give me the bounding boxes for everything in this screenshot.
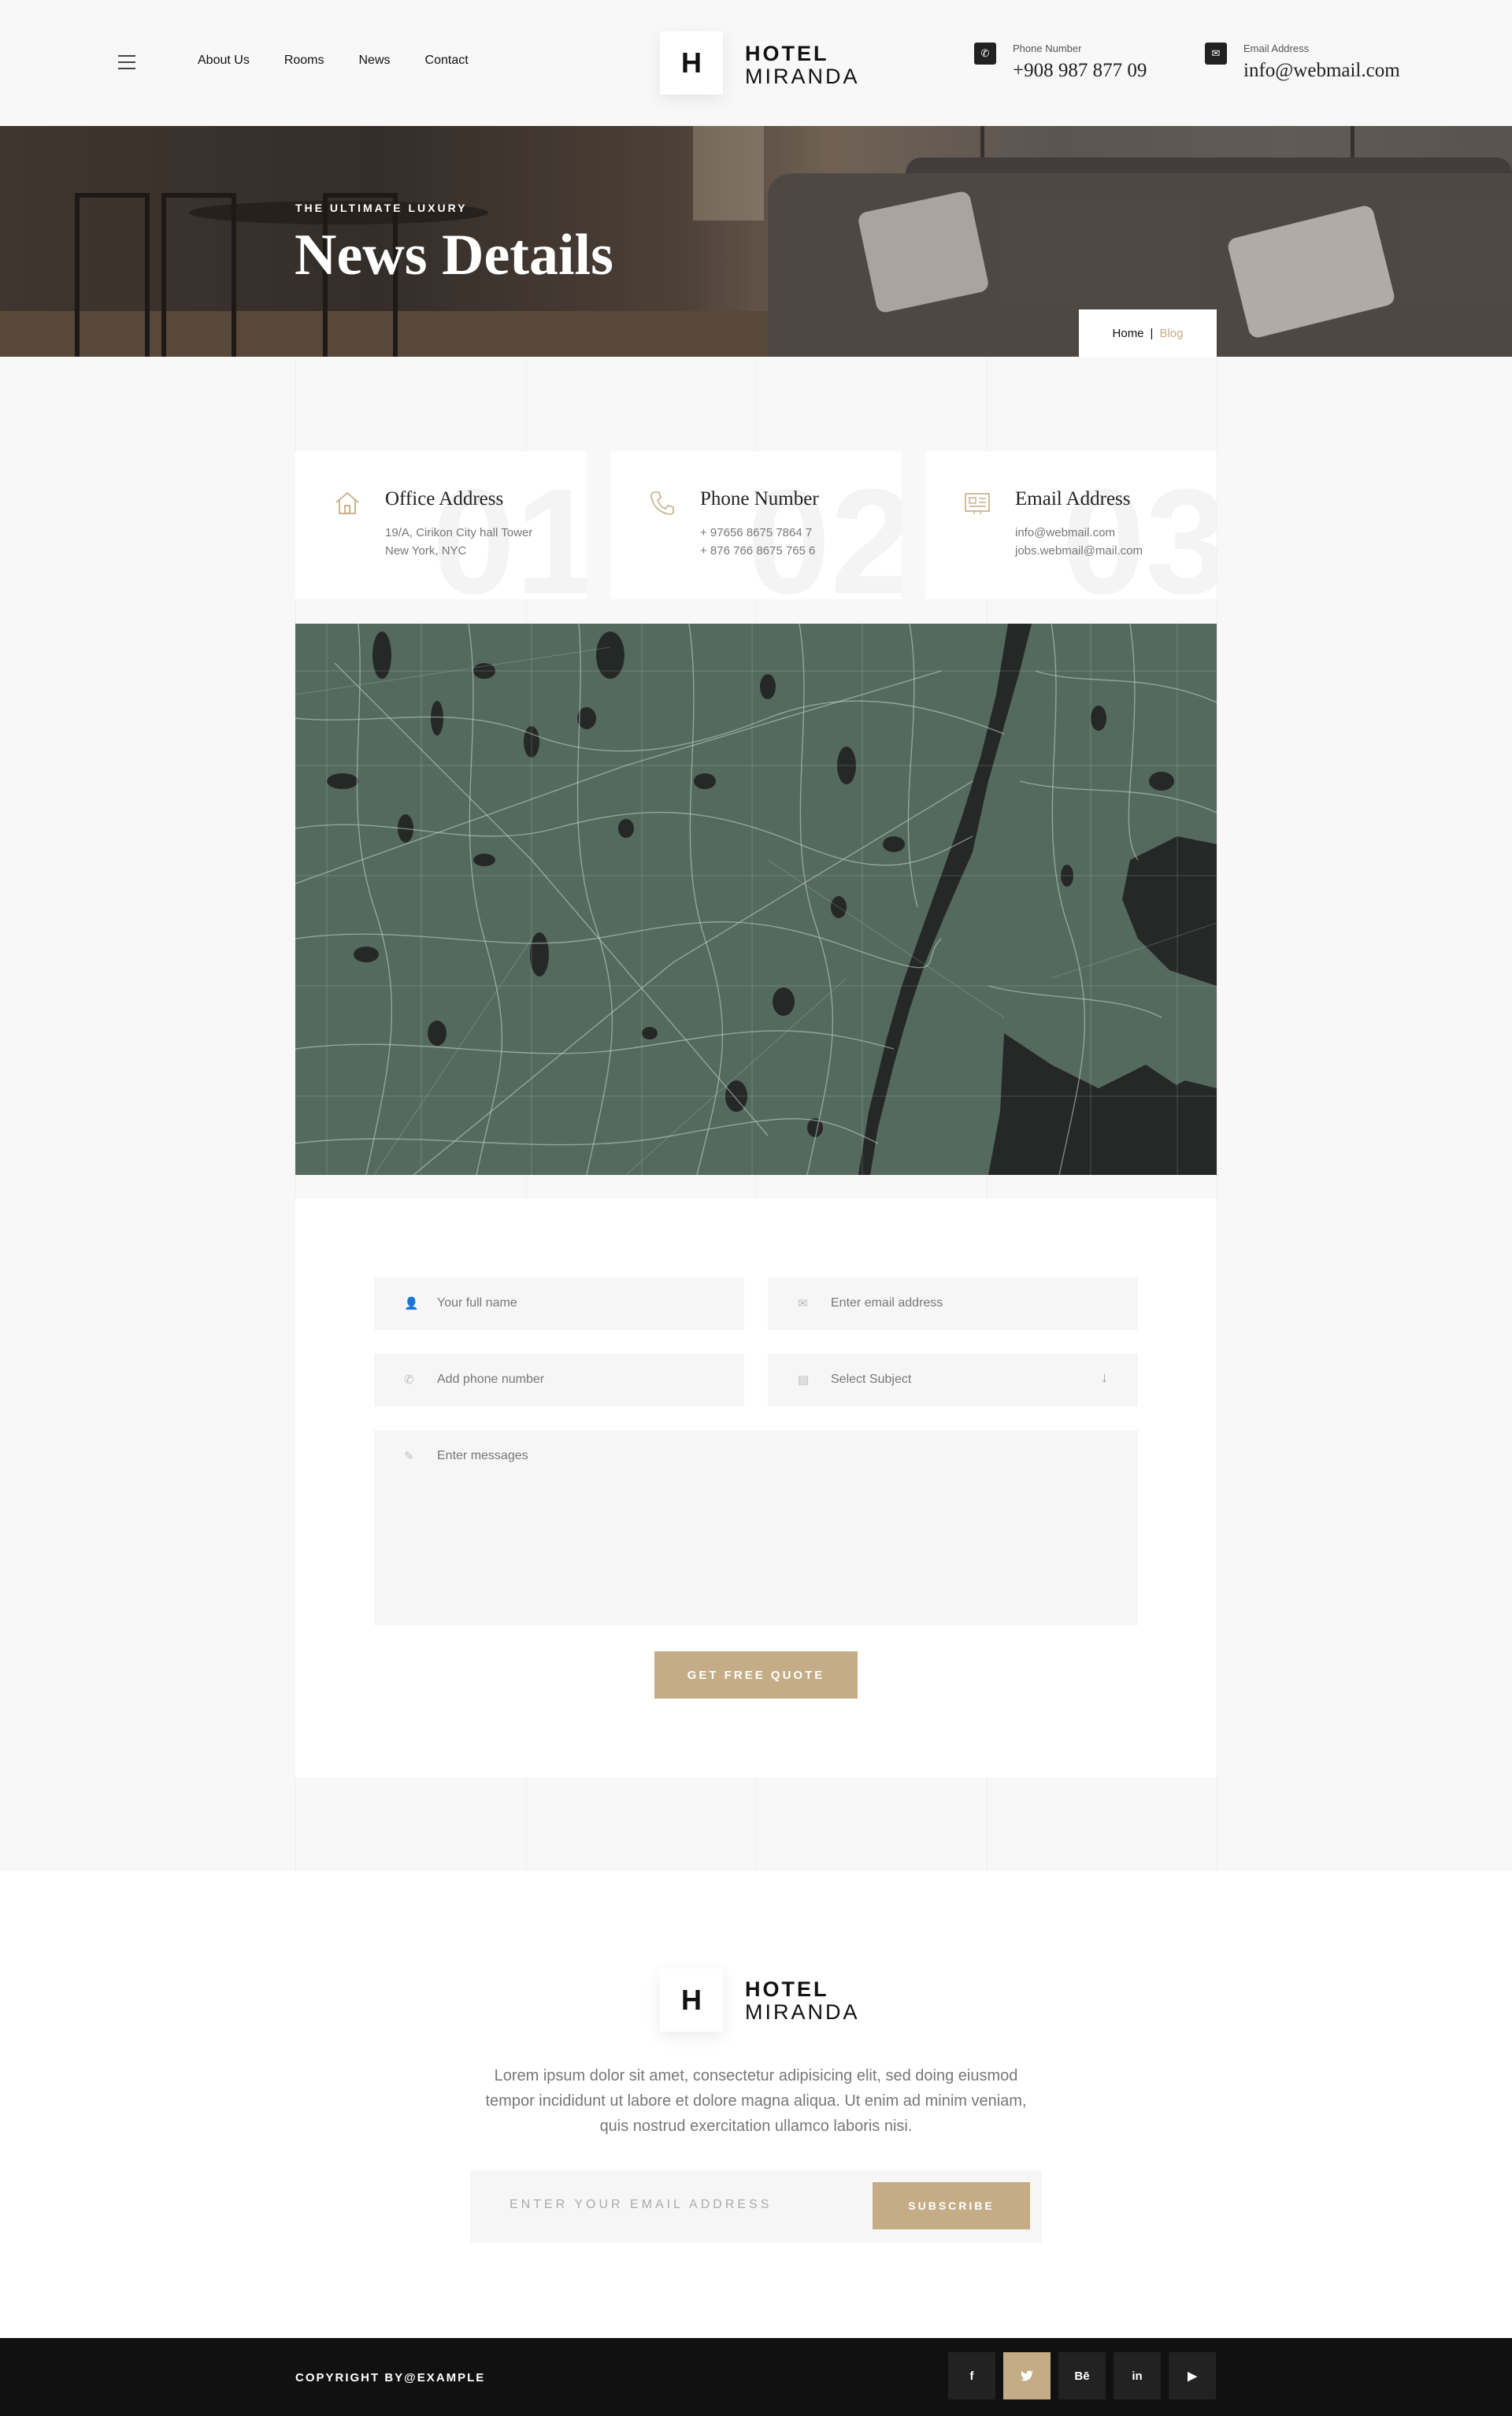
page-title: News Details <box>295 223 613 287</box>
behance-icon[interactable]: Bē <box>1058 2352 1106 2399</box>
copyright-text: COPYRIGHT BY@EXAMPLE <box>295 2371 486 2385</box>
pencil-icon: ✎ <box>404 1450 414 1463</box>
email-placeholder: Enter email address <box>831 1296 943 1310</box>
nav-news[interactable]: News <box>359 54 391 68</box>
info-card-email: 03 Email Address info@webmail.com jobs.w… <box>925 451 1217 599</box>
logo-line-1: HOTEL <box>745 1977 829 2001</box>
hero-eyebrow: THE ULTIMATE LUXURY <box>295 202 468 214</box>
email-label: Email Address <box>1243 43 1310 54</box>
email-field[interactable]: ✉ Enter email address <box>768 1277 1138 1330</box>
logo-text[interactable]: HOTEL MIRANDA <box>745 43 860 87</box>
mail-icon: ✉ <box>798 1297 808 1310</box>
info-card-office: 01 Office Address 19/A, Cirikon City hal… <box>295 451 587 599</box>
newsletter-email-input[interactable]: ENTER YOUR EMAIL ADDRESS <box>510 2198 772 2212</box>
card-title: Phone Number <box>700 488 819 510</box>
youtube-icon[interactable]: ▶ <box>1169 2352 1216 2399</box>
subscribe-button[interactable]: SUBSCRIBE <box>873 2182 1030 2229</box>
info-card-phone: 02 Phone Number + 97656 8675 7864 7 + 87… <box>610 451 902 599</box>
home-icon <box>335 491 359 514</box>
location-map[interactable] <box>295 624 1217 1175</box>
phone-value[interactable]: +908 987 877 09 <box>1013 60 1147 82</box>
breadcrumb-separator: | <box>1150 326 1154 340</box>
breadcrumb: Home | Blog <box>1079 309 1217 357</box>
phone-icon <box>650 491 674 515</box>
card-line: New York, NYC <box>385 544 467 558</box>
logo-mark[interactable]: H <box>660 31 723 94</box>
phone-field[interactable]: ✆ Add phone number <box>374 1354 744 1406</box>
phone-icon: ✆ <box>974 43 996 65</box>
footer-bottom: COPYRIGHT BY@EXAMPLE f Bē in ▶ <box>0 2338 1512 2416</box>
linkedin-icon[interactable]: in <box>1114 2352 1161 2399</box>
nav-contact[interactable]: Contact <box>425 54 469 68</box>
card-line[interactable]: info@webmail.com <box>1015 526 1115 539</box>
card-title: Office Address <box>385 488 504 510</box>
phone-placeholder: Add phone number <box>437 1373 545 1386</box>
mail-icon: ✉ <box>1205 43 1227 65</box>
nav-about-us[interactable]: About Us <box>198 54 250 68</box>
arrow-down-icon: ↓ <box>1101 1369 1108 1385</box>
social-links: f Bē in ▶ <box>948 2352 1216 2399</box>
phone-label: Phone Number <box>1013 43 1082 54</box>
contact-form: 👤 Your full name ✉ Enter email address ✆… <box>295 1199 1217 1777</box>
card-line: + 97656 8675 7864 7 <box>700 526 813 539</box>
site-header: About Us Rooms News Contact H HOTEL MIRA… <box>0 0 1512 126</box>
card-line: + 876 766 8675 765 6 <box>700 544 816 558</box>
user-icon: 👤 <box>404 1297 419 1310</box>
page-hero: THE ULTIMATE LUXURY News Details Home | … <box>0 126 1512 357</box>
breadcrumb-current: Blog <box>1159 326 1184 340</box>
menu-icon[interactable] <box>118 55 135 69</box>
message-placeholder: Enter messages <box>437 1449 528 1462</box>
footer-description: Lorem ipsum dolor sit amet, consectetur … <box>485 2067 1027 2135</box>
logo-line-2: MIRANDA <box>745 65 860 88</box>
footer-logo-text[interactable]: HOTEL MIRANDA <box>745 1979 860 2023</box>
phone-icon: ✆ <box>404 1373 414 1387</box>
nav-rooms[interactable]: Rooms <box>284 54 324 68</box>
footer-logo-mark[interactable]: H <box>660 1969 723 2032</box>
twitter-icon[interactable] <box>1003 2352 1051 2399</box>
email-value[interactable]: info@webmail.com <box>1243 60 1400 82</box>
card-line[interactable]: jobs.webmail@mail.com <box>1015 544 1143 558</box>
facebook-icon[interactable]: f <box>948 2352 995 2399</box>
subject-select[interactable]: ▤ Select Subject ↓ <box>768 1354 1138 1406</box>
name-placeholder: Your full name <box>437 1296 517 1310</box>
newsletter-form: ENTER YOUR EMAIL ADDRESS SUBSCRIBE <box>470 2170 1042 2243</box>
name-field[interactable]: 👤 Your full name <box>374 1277 744 1330</box>
get-quote-button[interactable]: GET FREE QUOTE <box>654 1651 858 1699</box>
footer-top: H HOTEL MIRANDA Lorem ipsum dolor sit am… <box>0 1871 1512 2338</box>
logo-line-2: MIRANDA <box>745 2000 860 2024</box>
message-field[interactable]: ✎ Enter messages <box>374 1430 1138 1625</box>
logo-line-1: HOTEL <box>745 42 829 65</box>
document-icon: ▤ <box>798 1373 810 1387</box>
newspaper-icon <box>965 493 990 514</box>
main-nav: About Us Rooms News Contact <box>198 54 503 68</box>
subject-placeholder: Select Subject <box>831 1373 912 1386</box>
breadcrumb-home[interactable]: Home <box>1113 327 1144 340</box>
card-title: Email Address <box>1015 488 1131 510</box>
card-line: 19/A, Cirikon City hall Tower <box>385 526 533 539</box>
